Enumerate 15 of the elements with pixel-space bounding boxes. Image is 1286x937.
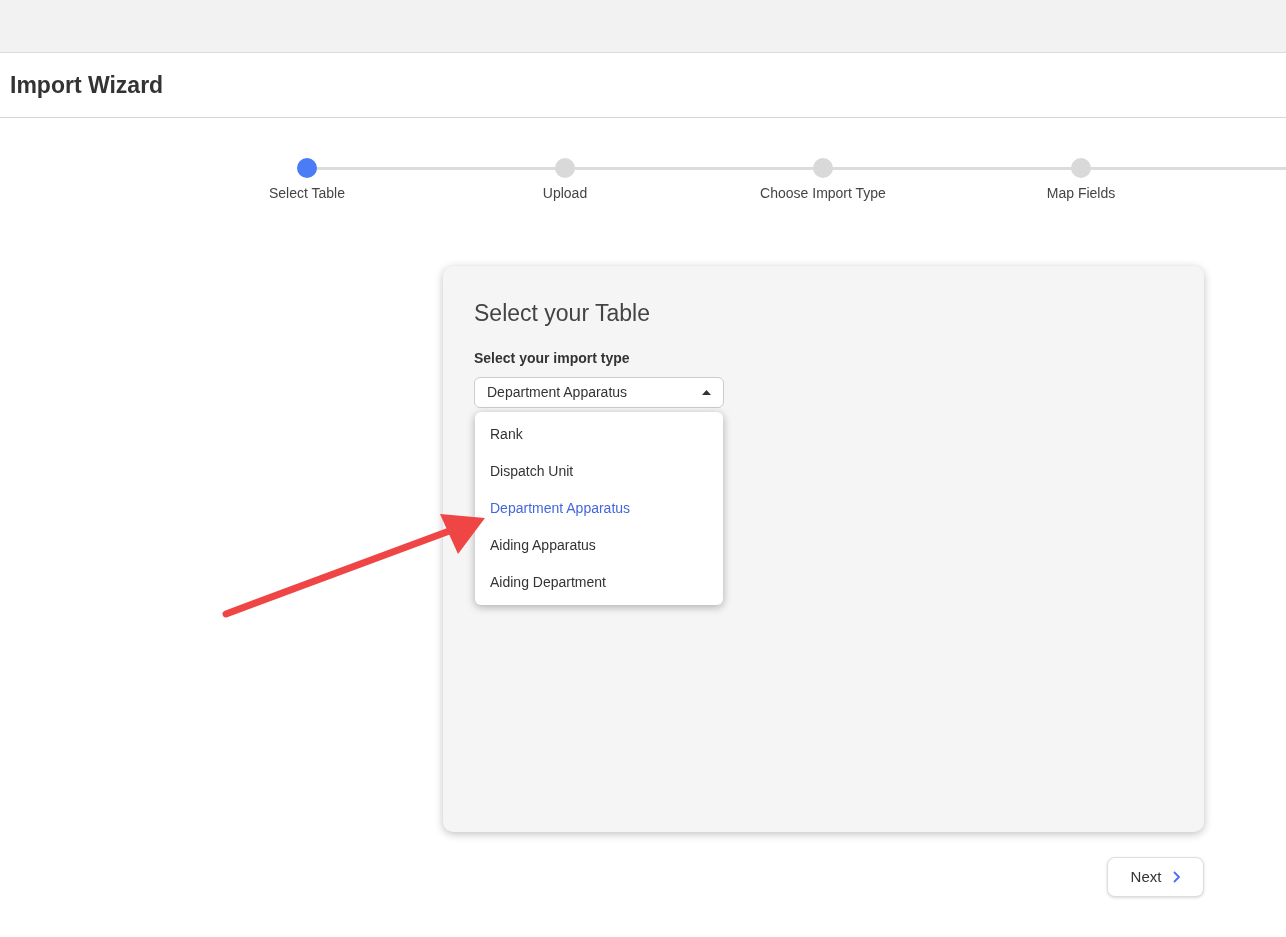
field-label: Select your import type <box>474 349 631 368</box>
card-title: Select your Table <box>474 299 651 328</box>
chevron-right-icon <box>1173 871 1181 883</box>
step-label: Choose Import Type <box>760 184 886 203</box>
page-title: Import Wizard <box>10 70 164 100</box>
step-label: Upload <box>542 184 588 203</box>
import-type-dropdown[interactable]: Department Apparatus <box>474 377 724 408</box>
dropdown-option[interactable]: Aiding Apparatus <box>475 527 723 564</box>
dropdown-option[interactable]: Rank <box>475 416 723 453</box>
dropdown-option[interactable]: Dispatch Unit <box>475 453 723 490</box>
dropdown-option[interactable]: Aiding Department <box>475 564 723 601</box>
dropdown-option[interactable]: Department Apparatus <box>475 490 723 527</box>
step-label: Select Table <box>269 184 345 203</box>
step-label: Map Fields <box>1046 184 1116 203</box>
next-button[interactable]: Next <box>1107 857 1204 897</box>
